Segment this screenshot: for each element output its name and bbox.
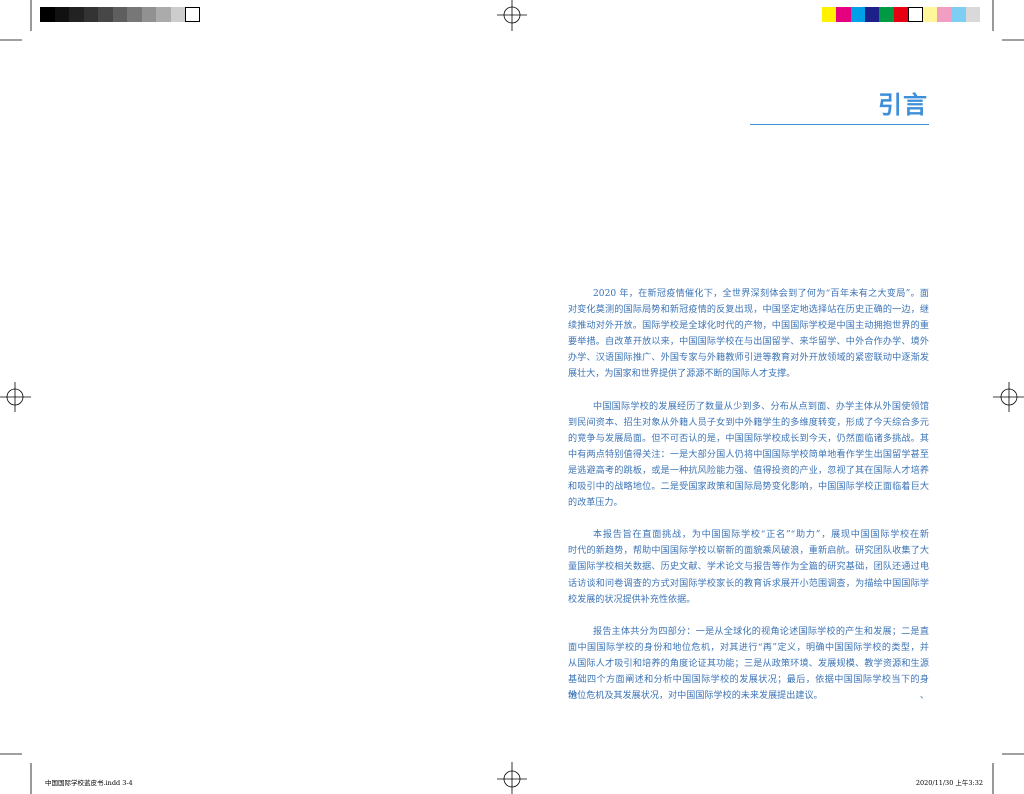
text-line: 办学、汉语国际推广、外国专家与外籍教师引进等教育对外开放领域的紧密联动中逐渐发	[568, 353, 929, 364]
text-line: 面中国国际学校的身份和地位危机，对其进行“再”定义，明确中国国际学校的类型，并	[568, 642, 929, 653]
text-line: 中国国际学校的发展经历了数量从少到多、分布从点到面、办学主体从外国使领馆	[593, 401, 929, 412]
body-text: 2020 年，在新冠疫情催化下，全世界深刻体会到了何为“百年未有之大变局”。面 …	[568, 286, 929, 720]
text-line: 对变化莫测的国际局势和新冠疫情的反复出现，中国坚定地选择站在历史正确的一边，继	[568, 305, 929, 316]
text-line: 本报告旨在直面挑战，为中国国际学校“正名”“助力”，展现中国国际学校在新	[593, 530, 929, 541]
text-line: 要举措。自改革开放以来，中国国际学校在与出国留学、来华留学、中外合作办学、境外	[568, 337, 929, 348]
text-line: 中有两点特别值得关注：一是大部分国人仍将中国国际学校简单地看作学生出国留学甚至	[568, 449, 929, 460]
paragraph: 中国国际学校的发展经历了数量从少到多、分布从点到面、办学主体从外国使领馆 到民间…	[568, 399, 929, 512]
text-line: 话访谈和问卷调查的方式对国际学校家长的教育诉求展开小范围调查，为描绘中国国际学	[568, 578, 929, 589]
text-line: 2020 年，在新冠疫情催化下，全世界深刻体会到了何为“百年未有之大变局”。面	[593, 289, 929, 299]
text-line: 是逃避高考的跳板，或是一种抗风险能力强、值得投资的产业，忽视了其在国际人才培养	[568, 465, 929, 476]
text-line: 从国际人才吸引和培养的角度论证其功能；三是从政策环境、发展规模、教学资源和生源	[568, 658, 929, 669]
text-line: 的竞争与发展局面。但不可否认的是，中国国际学校成长到今天，仍然面临诸多挑战。其	[568, 433, 929, 444]
text-line: 到民间资本、招生对象从外籍人员子女到中外籍学生的多维度转变，形成了今天综合多元	[568, 417, 929, 428]
text-line: 报告主体共分为四部分：一是从全球化的视角论述国际学校的产生和发展；二是直	[593, 626, 929, 637]
book-page: 引言 2020 年，在新冠疫情催化下，全世界深刻体会到了何为“百年未有之大变局”…	[0, 0, 1024, 794]
crop-mark-top-left	[0, 0, 32, 41]
text-line: 续推动对外开放。国际学校是全球化时代的产物，中国国际学校是中国主动拥抱世界的重	[568, 321, 929, 332]
text-line: 的改革压力。	[568, 498, 623, 509]
page-title: 引言	[878, 91, 928, 119]
text-line: 展壮大，为国家和世界提供了源源不断的国际人才支撑。	[568, 369, 796, 380]
text-line: 基础四个方面阐述和分析中国国际学校的发展状况；最后，依据中国国际学校当下的身份、	[568, 674, 929, 702]
registration-mark-left	[0, 382, 31, 412]
text-line: 量国际学校相关数据、历史文献、学术论文与报告等作为全篇的研究基础，团队还通过电	[568, 562, 929, 573]
paragraph: 2020 年，在新冠疫情催化下，全世界深刻体会到了何为“百年未有之大变局”。面 …	[568, 286, 929, 383]
registration-mark-bottom	[497, 762, 527, 794]
crop-mark-bottom-right	[992, 753, 1024, 794]
title-rule	[750, 124, 929, 125]
registration-mark-right	[993, 382, 1024, 412]
crop-mark-top-right	[992, 0, 1024, 41]
paragraph: 报告主体共分为四部分：一是从全球化的视角论述国际学校的产生和发展；二是直 面中国…	[568, 624, 929, 704]
slug-timestamp: 2020/11/30 上午3:32	[915, 779, 983, 787]
registration-mark-top	[497, 0, 527, 31]
crop-mark-bottom-left	[0, 753, 32, 794]
text-line: 和吸引中的战略地位。二是受国家政策和国际局势变化影响，中国国际学校正面临着巨大	[568, 482, 929, 493]
slug-file-label: 中国国际学校蓝皮书.indd 3-4	[45, 779, 133, 787]
paragraph: 本报告旨在直面挑战，为中国国际学校“正名”“助力”，展现中国国际学校在新 时代的…	[568, 527, 929, 607]
text-line: 校发展的状况提供补充性依据。	[568, 594, 696, 605]
text-line: 时代的新趋势，帮助中国国际学校以崭新的面貌乘风破浪，重新启航。研究团队收集了大	[568, 546, 929, 557]
